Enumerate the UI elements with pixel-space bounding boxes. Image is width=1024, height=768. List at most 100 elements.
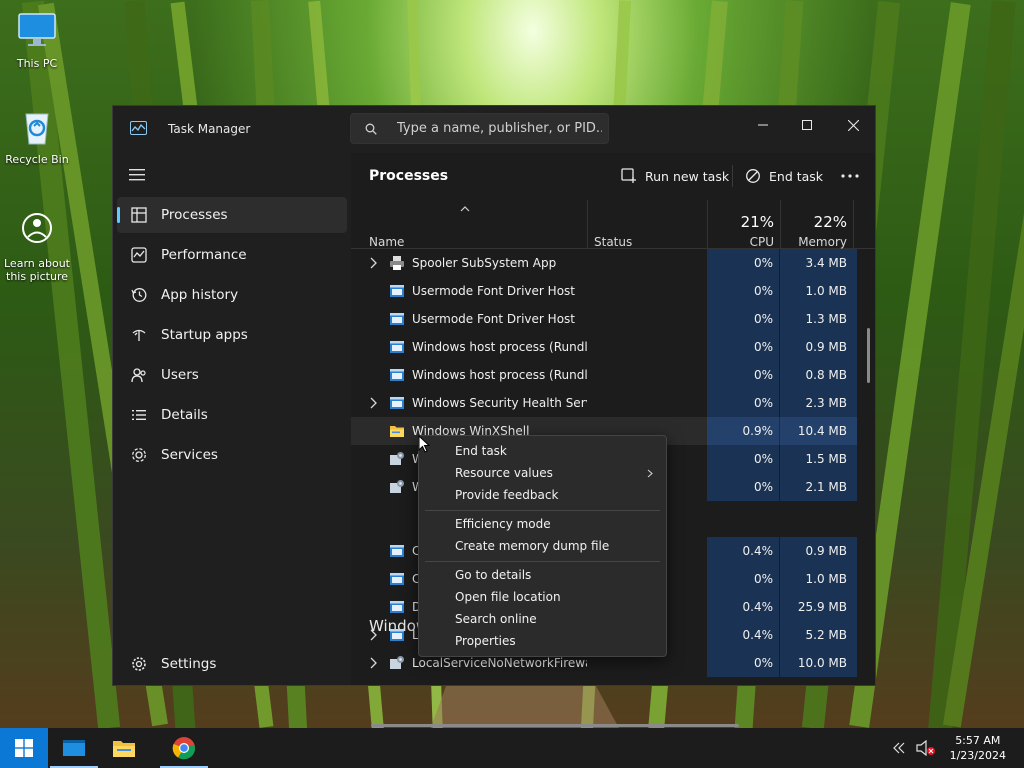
chevron-right-icon [647,469,653,478]
app-window-icon [389,543,405,559]
process-cpu: 0% [707,565,779,593]
horizontal-scrollbar[interactable] [371,724,739,727]
table-row[interactable]: Windows Security Health Servi... 0%2.3 MB [351,389,857,417]
close-button[interactable] [830,112,876,138]
app-window-icon [389,571,405,587]
gear-icon [129,654,149,674]
chevron-right-icon[interactable] [369,257,379,269]
maximize-button[interactable] [784,112,830,138]
desktop-icon-recycle-bin[interactable]: Recycle Bin [1,106,73,166]
details-icon [129,405,149,425]
menu-item-go-to-details[interactable]: Go to details [455,568,531,582]
menu-item-search-online[interactable]: Search online [455,612,537,626]
table-row[interactable]: Windows host process (Rundll... 0% 0.8 MB [351,361,857,389]
recycle-bin-icon [25,113,49,145]
hamburger-menu-icon[interactable] [129,168,145,182]
sidebar-item-label: Details [161,407,208,423]
clock-date: 1/23/2024 [949,749,1006,762]
show-hidden-icons-icon[interactable] [893,742,905,754]
process-cpu: 0% [707,333,779,361]
menu-item-properties[interactable]: Properties [455,634,516,648]
sidebar-item-performance[interactable]: Performance [117,237,347,273]
cpu-total-percent: 21% [740,213,774,231]
sidebar-item-settings[interactable]: Settings [117,646,347,682]
desktop-icon-label: This PC [16,57,58,70]
app-window-icon [389,627,405,643]
desktop-icon-this-pc[interactable]: This PC [1,10,73,70]
system-clock[interactable]: 5:57 AM 1/23/2024 [950,733,1006,763]
table-row[interactable]: Usermode Font Driver Host 0% 1.3 MB [351,305,857,333]
menu-item-end-task[interactable]: End task [455,444,507,458]
taskbar-app-task-view[interactable] [50,728,98,768]
startup-apps-icon [129,325,149,345]
search-icon [365,123,377,135]
close-icon [847,119,859,131]
column-memory[interactable]: Memory [780,235,847,249]
folder-icon [389,423,405,439]
clock-time: 5:57 AM [955,734,1001,747]
start-button[interactable] [0,728,48,768]
process-memory: 10.4 MB [780,417,857,445]
sidebar-item-services[interactable]: Services [117,437,347,473]
table-row[interactable]: Usermode Font Driver Host 0% 1.0 MB [351,277,857,305]
vertical-scrollbar[interactable] [867,328,870,383]
column-name[interactable]: Name [369,235,404,249]
search-input[interactable] [395,120,604,137]
more-options-button[interactable] [841,161,867,191]
process-cpu: 0.4% [707,621,779,649]
menu-item-provide-feedback[interactable]: Provide feedback [455,488,558,502]
process-name: Windows host process (Rundll... [412,340,587,354]
run-new-task-button[interactable]: Run new task [621,161,729,191]
app-window-icon [389,395,405,411]
app-window-icon [389,339,405,355]
sidebar-item-users[interactable]: Users [117,357,347,393]
process-cpu: 0% [707,389,779,417]
end-task-button[interactable]: End task [745,161,823,191]
process-cpu: 0% [707,473,779,501]
sidebar: Task Manager Processes Performance App h… [113,106,351,685]
process-name: Usermode Font Driver Host [412,284,575,298]
process-memory: 2.3 MB [780,389,857,417]
sidebar-item-details[interactable]: Details [117,397,347,433]
desktop-icon-learn-about-picture[interactable]: Learn about this picture [1,210,73,283]
process-memory: 2.1 MB [780,473,857,501]
minimize-button[interactable] [740,112,786,138]
process-cpu: 0% [707,361,779,389]
chevron-right-icon[interactable] [369,629,379,641]
table-row[interactable]: Windows host process (Rundll... 0% 0.9 MB [351,333,857,361]
service-icon [389,451,405,467]
menu-item-open-file-location[interactable]: Open file location [455,590,561,604]
process-cpu: 0% [707,305,779,333]
sidebar-item-app-history[interactable]: App history [117,277,347,313]
performance-icon [129,245,149,265]
chevron-right-icon[interactable] [369,657,379,669]
menu-separator [425,561,660,562]
context-menu: End task Resource values Provide feedbac… [418,435,667,657]
taskbar-app-file-explorer[interactable] [100,728,148,768]
column-divider [587,200,588,248]
menu-item-create-memory-dump[interactable]: Create memory dump file [455,539,609,553]
process-name: Windows Security Health Servi... [412,396,587,410]
column-header: Name Status 21% CPU 22% Memory [351,200,875,249]
taskbar-app-chrome[interactable] [160,728,208,768]
sidebar-item-processes[interactable]: Processes [117,197,347,233]
monitor-icon [18,13,56,46]
table-row[interactable]: Spooler SubSystem App 0% 3.4 MB [351,249,857,277]
service-icon [389,479,405,495]
process-name: Windows host process (Rundll... [412,368,587,382]
services-icon [129,445,149,465]
menu-item-efficiency-mode[interactable]: Efficiency mode [455,517,551,531]
process-memory: 0.9 MB [780,333,857,361]
column-status[interactable]: Status [594,235,632,249]
search-box[interactable] [350,113,609,144]
app-history-icon [129,285,149,305]
process-cpu: 0.4% [707,537,779,565]
speaker-muted-icon[interactable] [916,740,936,756]
service-icon [389,655,405,671]
menu-item-resource-values[interactable]: Resource values [455,466,553,480]
folder-icon [113,741,135,757]
column-cpu[interactable]: CPU [707,235,774,249]
sidebar-item-startup-apps[interactable]: Startup apps [117,317,347,353]
chevron-right-icon[interactable] [369,397,379,409]
processes-icon [129,205,149,225]
